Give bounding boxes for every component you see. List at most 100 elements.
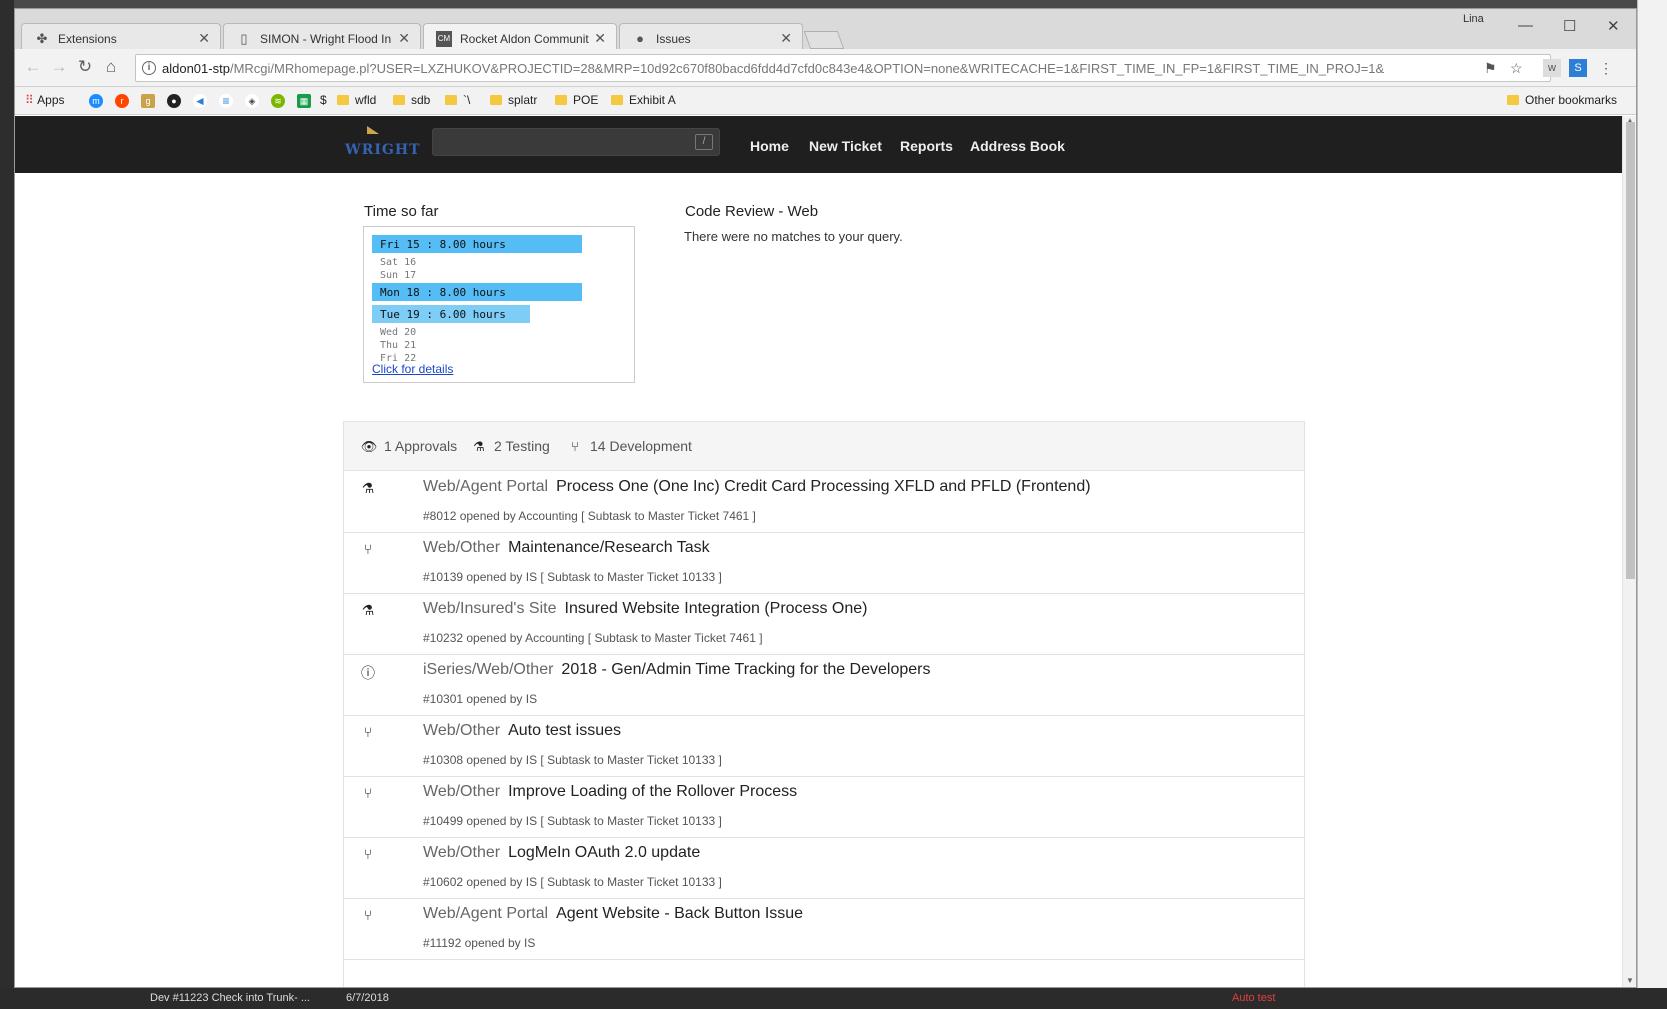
ticket-title[interactable]: Web/Other Maintenance/Research Task: [423, 539, 710, 557]
new-tab-button[interactable]: [803, 31, 845, 49]
approvals-filter[interactable]: 👁 1 Approvals: [360, 438, 457, 455]
bookmark-sdb[interactable]: sdb: [393, 93, 430, 107]
s-extension-icon[interactable]: S: [1569, 59, 1587, 77]
ticket-name[interactable]: Process One (One Inc) Credit Card Proces…: [556, 478, 1090, 495]
ticket-row[interactable]: ⓘ iSeries/Web/Other 2018 - Gen/Admin Time …: [344, 655, 1304, 716]
w-extension-icon[interactable]: w: [1543, 59, 1561, 77]
folder-icon: [445, 95, 457, 105]
bookmark-exhibit-a[interactable]: Exhibit A: [611, 93, 676, 107]
browser-toolbar: ← → ↻ ⌂ i aldon01-stp/MRcgi/MRhomepage.p…: [15, 49, 1636, 87]
ticket-row[interactable]: ⑂ Web/Other Maintenance/Research Task #1013…: [344, 533, 1304, 594]
tab-title: Extensions: [58, 32, 117, 46]
ticket-title[interactable]: Web/Agent Portal Agent Website - Back But…: [423, 905, 803, 923]
ticket-row[interactable]: ⑂ Web/Other LogMeIn OAuth 2.0 update #10602…: [344, 838, 1304, 899]
ticket-meta: #10308 opened by IS [ Subtask to Master …: [423, 753, 722, 767]
ticket-meta: #11192 opened by IS: [423, 936, 536, 950]
scrollbar-thumb[interactable]: [1626, 122, 1635, 579]
nav-home[interactable]: Home: [750, 138, 789, 154]
taskbar-status: Auto test: [1232, 992, 1276, 1004]
close-icon[interactable]: ✕: [198, 30, 210, 47]
folder-icon: [393, 95, 405, 105]
url-text: aldon01-stp/MRcgi/MRhomepage.pl?USER=LXZ…: [162, 61, 1384, 76]
extension-alert-icon[interactable]: ⚑: [1484, 60, 1497, 77]
stack-icon[interactable]: ≡: [219, 94, 233, 108]
forward-icon[interactable]: →: [49, 57, 69, 77]
bookmark-backtick[interactable]: `\: [445, 93, 470, 107]
bookmark-poe[interactable]: POE: [555, 93, 598, 107]
messenger-icon[interactable]: m: [89, 94, 103, 108]
taskbar-item[interactable]: Dev #11223 Check into Trunk- ...: [150, 992, 310, 1004]
development-filter[interactable]: ⑂ 14 Development: [566, 438, 692, 454]
ticket-name[interactable]: Maintenance/Research Task: [508, 539, 710, 556]
ticket-row[interactable]: ⚗ Web/Agent Portal Process One (One Inc) C…: [344, 472, 1304, 533]
ticket-row[interactable]: ⑂ Web/Other Improve Loading of the Rollove…: [344, 777, 1304, 838]
scroll-down-icon[interactable]: ▼: [1626, 976, 1634, 985]
ticket-title[interactable]: Web/Other Improve Loading of the Rollover…: [423, 783, 797, 801]
spotify-icon[interactable]: ≋: [271, 94, 285, 108]
ticket-row[interactable]: ⑂ Web/Other Auto test issues #10308 opened …: [344, 716, 1304, 777]
click-for-details-link[interactable]: Click for details: [372, 362, 453, 376]
ticket-title[interactable]: Web/Other Auto test issues: [423, 722, 621, 740]
ticket-name[interactable]: Auto test issues: [508, 722, 621, 739]
ticket-name[interactable]: Agent Website - Back Button Issue: [556, 905, 803, 922]
reload-icon[interactable]: ↻: [75, 57, 95, 77]
browser-window: ✤ Extensions ✕ ▯ SIMON - Wright Flood In…: [14, 8, 1637, 988]
address-bar[interactable]: i aldon01-stp/MRcgi/MRhomepage.pl?USER=L…: [135, 54, 1551, 82]
bookmark-splatr[interactable]: splatr: [490, 93, 537, 107]
azure-icon[interactable]: ◄: [193, 94, 207, 108]
testing-filter[interactable]: ⚗ 2 Testing: [470, 438, 550, 455]
time-day-4: Tue 19 : 6.00 hours: [372, 305, 530, 323]
reddit-icon[interactable]: r: [115, 94, 129, 108]
nav-new-ticket[interactable]: New Ticket: [809, 138, 882, 154]
sheets-icon[interactable]: ▦: [297, 94, 311, 108]
ticket-row[interactable]: ⚗ Web/Insured's Site Insured Website Integ…: [344, 594, 1304, 655]
info-icon[interactable]: i: [142, 61, 156, 75]
codepen-icon[interactable]: ◈: [245, 94, 259, 108]
github-icon[interactable]: ●: [167, 94, 181, 108]
close-window-icon[interactable]: ✕: [1607, 17, 1620, 35]
tab-simon[interactable]: ▯ SIMON - Wright Flood In ✕: [223, 23, 421, 51]
ticket-title[interactable]: iSeries/Web/Other 2018 - Gen/Admin Time T…: [423, 661, 930, 679]
ticket-name[interactable]: 2018 - Gen/Admin Time Tracking for the D…: [561, 661, 930, 678]
time-day-3: Mon 18 : 8.00 hours: [372, 283, 582, 301]
search-input[interactable]: /: [432, 128, 720, 156]
desktop-left-strip: [0, 0, 14, 1009]
development-count: 14 Development: [590, 438, 692, 454]
ticket-row[interactable]: ⑂ Web/Agent Portal Agent Website - Back Bu…: [344, 899, 1304, 960]
close-icon[interactable]: ✕: [398, 30, 410, 47]
nav-address-book[interactable]: Address Book: [970, 138, 1065, 154]
wright-logo[interactable]: WRIGHT: [345, 126, 423, 164]
bookmark-wfld[interactable]: wfld: [337, 93, 376, 107]
nav-reports[interactable]: Reports: [900, 138, 953, 154]
menu-icon[interactable]: ⋮: [1597, 59, 1615, 77]
time-day-6: Thu 21: [380, 340, 417, 351]
ticket-title[interactable]: Web/Insured's Site Insured Website Integr…: [423, 600, 867, 618]
close-icon[interactable]: ✕: [594, 30, 606, 47]
ticket-name[interactable]: Improve Loading of the Rollover Process: [508, 783, 797, 800]
flask-icon: ⚗: [473, 439, 485, 454]
ticket-category: Web/Other: [423, 539, 501, 556]
user-badge[interactable]: Lina: [1463, 13, 1484, 25]
ticket-name[interactable]: Insured Website Integration (Process One…: [565, 600, 868, 617]
apps-bookmark[interactable]: ⠿ Apps: [25, 93, 65, 107]
ticket-title[interactable]: Web/Agent Portal Process One (One Inc) Cr…: [423, 478, 1091, 496]
ticket-meta: #8012 opened by Accounting [ Subtask to …: [423, 509, 756, 523]
goodreads-icon[interactable]: g: [141, 94, 155, 108]
tab-rocket-aldon[interactable]: CM Rocket Aldon Communit ✕: [423, 23, 617, 51]
home-icon[interactable]: ⌂: [101, 57, 121, 77]
tab-issues[interactable]: ● Issues ✕: [619, 23, 803, 51]
ticket-name[interactable]: LogMeIn OAuth 2.0 update: [508, 844, 700, 861]
minimize-icon[interactable]: —: [1518, 17, 1533, 34]
page-scrollbar[interactable]: ▲ ▼: [1622, 116, 1636, 987]
back-icon[interactable]: ←: [23, 57, 43, 77]
branch-icon: ⑂: [363, 541, 373, 557]
approvals-count: 1 Approvals: [384, 438, 458, 454]
star-icon[interactable]: ☆: [1510, 60, 1523, 77]
bookmark-dollar[interactable]: $: [320, 93, 327, 107]
ticket-title[interactable]: Web/Other LogMeIn OAuth 2.0 update: [423, 844, 700, 862]
github-icon: ●: [636, 31, 644, 46]
tab-extensions[interactable]: ✤ Extensions ✕: [21, 23, 221, 51]
other-bookmarks[interactable]: Other bookmarks: [1507, 93, 1617, 107]
close-icon[interactable]: ✕: [780, 30, 792, 47]
maximize-icon[interactable]: ☐: [1563, 17, 1576, 35]
